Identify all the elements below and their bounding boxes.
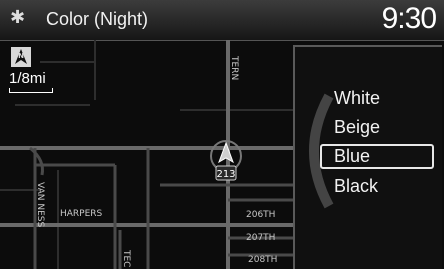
road-label-harpers: HARPERS [60, 209, 103, 219]
road-label-207th: 207TH [246, 233, 275, 243]
road-label-tec: TEC [121, 249, 131, 267]
map-scale-label: 1/8mi [9, 70, 46, 87]
page-title: Color (Night) [46, 9, 149, 29]
road-label-tern: TERN [229, 55, 239, 80]
clock: 9:30 [381, 2, 437, 35]
road-label-van-ness: VAN NESS [35, 182, 45, 227]
gear-icon: ✱ [10, 7, 26, 28]
color-option-beige[interactable]: Beige [320, 115, 434, 140]
road-label-206th: 206TH [246, 210, 275, 220]
route-shield-label: 213 [216, 169, 235, 180]
map-scale-bar [9, 88, 53, 93]
color-menu-panel: White Beige Blue Black [293, 45, 442, 269]
road-label-208th: 208TH [248, 255, 277, 265]
color-option-white[interactable]: White [320, 86, 434, 111]
color-option-black[interactable]: Black [320, 174, 434, 199]
color-option-blue[interactable]: Blue [320, 144, 434, 169]
navigation-screen: ✱ Color (Night) 9:30 213 TERN VAN NESS H… [0, 0, 444, 269]
north-up-compass-icon[interactable]: N [11, 47, 31, 67]
svg-text:N: N [18, 52, 24, 60]
header-bar: ✱ Color (Night) 9:30 [0, 0, 444, 41]
